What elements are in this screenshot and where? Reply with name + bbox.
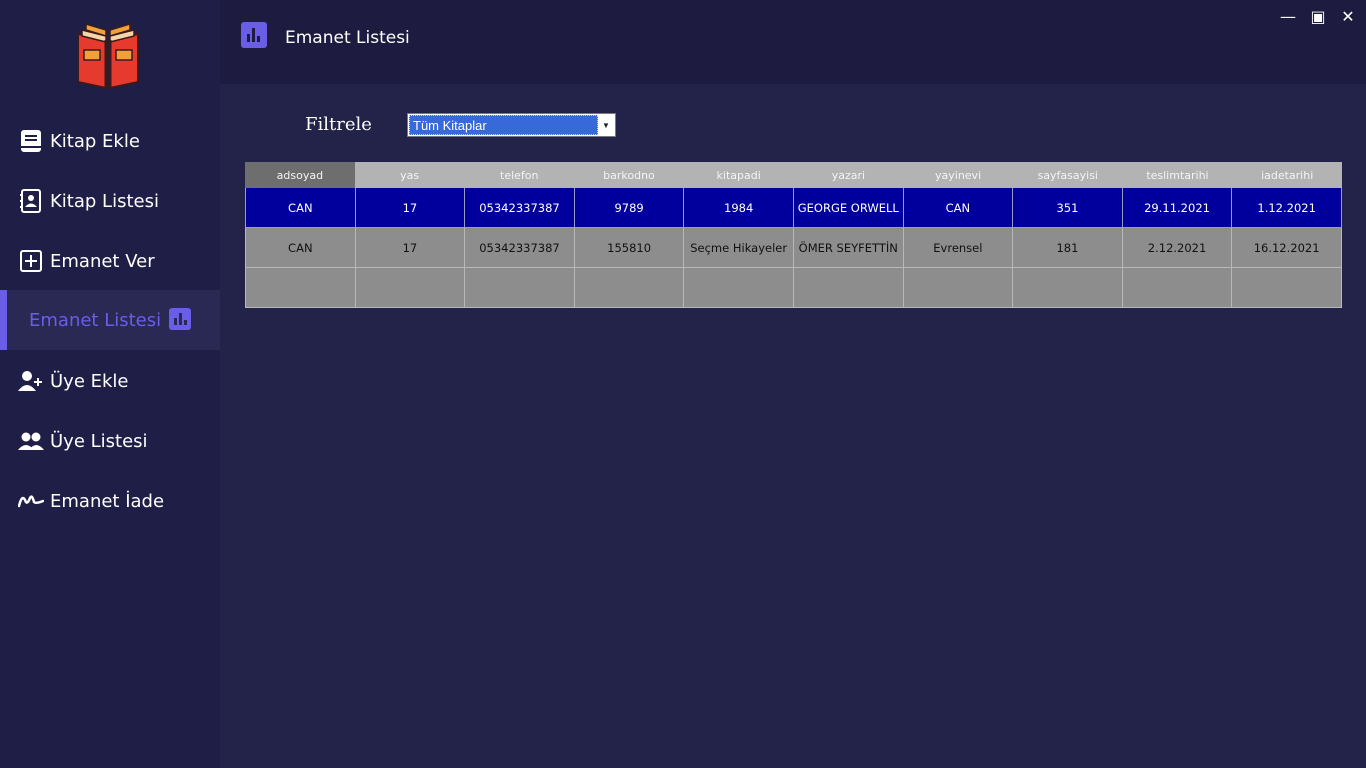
- table-cell[interactable]: 29.11.2021: [1122, 188, 1233, 228]
- signature-icon: [18, 488, 44, 514]
- table-cell[interactable]: 16.12.2021: [1232, 228, 1342, 268]
- sidebar-item-emanet-iade[interactable]: Emanet İade: [0, 471, 220, 531]
- table-cell[interactable]: CAN: [903, 188, 1014, 228]
- sidebar-item-label: Kitap Ekle: [50, 130, 140, 152]
- table-cell[interactable]: 1.12.2021: [1232, 188, 1342, 228]
- table-cell[interactable]: [903, 268, 1014, 308]
- table-cell[interactable]: 9789: [574, 188, 685, 228]
- table-row[interactable]: CAN 17 05342337387 9789 1984 GEORGE ORWE…: [245, 188, 1342, 228]
- table-header: adsoyad yas telefon barkodno kitapadi ya…: [245, 162, 1342, 188]
- sidebar-item-label: Kitap Listesi: [50, 190, 159, 212]
- table-cell[interactable]: [574, 268, 685, 308]
- sidebar-item-label: Emanet Listesi: [29, 309, 162, 331]
- table-cell[interactable]: 05342337387: [465, 188, 575, 228]
- sidebar-item-kitap-listesi[interactable]: Kitap Listesi: [0, 171, 220, 231]
- contact-book-icon: [18, 188, 44, 214]
- minimize-button[interactable]: —: [1280, 6, 1296, 26]
- column-header-kitapadi[interactable]: kitapadi: [684, 162, 794, 188]
- table-cell[interactable]: 17: [355, 228, 466, 268]
- table-cell[interactable]: 2.12.2021: [1122, 228, 1233, 268]
- users-icon: [18, 428, 44, 454]
- table-cell[interactable]: [793, 268, 904, 308]
- column-header-barkodno[interactable]: barkodno: [574, 162, 684, 188]
- table-cell[interactable]: [1013, 268, 1123, 308]
- table-cell[interactable]: 1984: [684, 188, 794, 228]
- column-header-iadetarihi[interactable]: iadetarihi: [1232, 162, 1342, 188]
- page-title: Emanet Listesi: [285, 28, 410, 48]
- maximize-button[interactable]: ▣: [1310, 6, 1326, 26]
- table-cell[interactable]: 181: [1013, 228, 1123, 268]
- plus-square-icon: [18, 248, 44, 274]
- filter-selected-value: Tüm Kitaplar: [409, 115, 598, 135]
- active-indicator: [0, 290, 7, 350]
- column-header-telefon[interactable]: telefon: [464, 162, 574, 188]
- sidebar: Kitap Ekle Kitap Listesi Emanet Ver Eman…: [0, 0, 220, 768]
- sidebar-item-emanet-listesi[interactable]: Emanet Listesi: [0, 290, 220, 350]
- table-cell[interactable]: CAN: [245, 188, 356, 228]
- column-header-yazari[interactable]: yazari: [794, 162, 904, 188]
- table-cell[interactable]: Seçme Hikayeler: [684, 228, 794, 268]
- table-cell[interactable]: 05342337387: [465, 228, 575, 268]
- chevron-down-icon[interactable]: ▼: [599, 117, 613, 133]
- column-header-yayinevi[interactable]: yayinevi: [903, 162, 1013, 188]
- book-logo-icon: [77, 22, 139, 90]
- table-row-empty[interactable]: [245, 268, 1342, 308]
- sidebar-item-uye-listesi[interactable]: Üye Listesi: [0, 411, 220, 471]
- table-cell[interactable]: 155810: [574, 228, 685, 268]
- sidebar-item-label: Emanet İade: [50, 490, 165, 512]
- table-cell[interactable]: 351: [1013, 188, 1123, 228]
- table-cell[interactable]: [1232, 268, 1342, 308]
- table-cell[interactable]: GEORGE ORWELL: [793, 188, 904, 228]
- sidebar-item-emanet-ver[interactable]: Emanet Ver: [0, 231, 220, 291]
- sidebar-item-label: Emanet Ver: [50, 250, 155, 272]
- header: Emanet Listesi — ▣ ✕: [220, 0, 1366, 84]
- table-cell[interactable]: [465, 268, 575, 308]
- table-cell[interactable]: [245, 268, 356, 308]
- sidebar-item-uye-ekle[interactable]: Üye Ekle: [0, 351, 220, 411]
- table-row[interactable]: CAN 17 05342337387 155810 Seçme Hikayele…: [245, 228, 1342, 268]
- table-cell[interactable]: CAN: [245, 228, 356, 268]
- table-cell[interactable]: ÖMER SEYFETTİN: [793, 228, 904, 268]
- loan-table: adsoyad yas telefon barkodno kitapadi ya…: [245, 162, 1342, 308]
- book-icon: [18, 128, 44, 154]
- sidebar-item-label: Üye Listesi: [50, 430, 148, 452]
- table-cell[interactable]: [684, 268, 794, 308]
- close-button[interactable]: ✕: [1340, 6, 1356, 26]
- chart-icon: [241, 22, 267, 48]
- sidebar-item-kitap-ekle[interactable]: Kitap Ekle: [0, 111, 220, 171]
- filter-select[interactable]: Tüm Kitaplar ▼: [407, 113, 616, 137]
- table-cell[interactable]: [355, 268, 466, 308]
- user-plus-icon: [18, 368, 44, 394]
- table-cell[interactable]: 17: [355, 188, 466, 228]
- column-header-teslimtarihi[interactable]: teslimtarihi: [1123, 162, 1233, 188]
- table-cell[interactable]: Evrensel: [903, 228, 1014, 268]
- table-cell[interactable]: [1122, 268, 1233, 308]
- window-controls: — ▣ ✕: [1280, 6, 1356, 26]
- sidebar-item-label: Üye Ekle: [50, 370, 129, 392]
- column-header-sayfasayisi[interactable]: sayfasayisi: [1013, 162, 1123, 188]
- filter-label: Filtrele: [305, 114, 372, 135]
- column-header-yas[interactable]: yas: [355, 162, 465, 188]
- chart-icon: [169, 308, 191, 330]
- column-header-adsoyad[interactable]: adsoyad: [245, 162, 355, 188]
